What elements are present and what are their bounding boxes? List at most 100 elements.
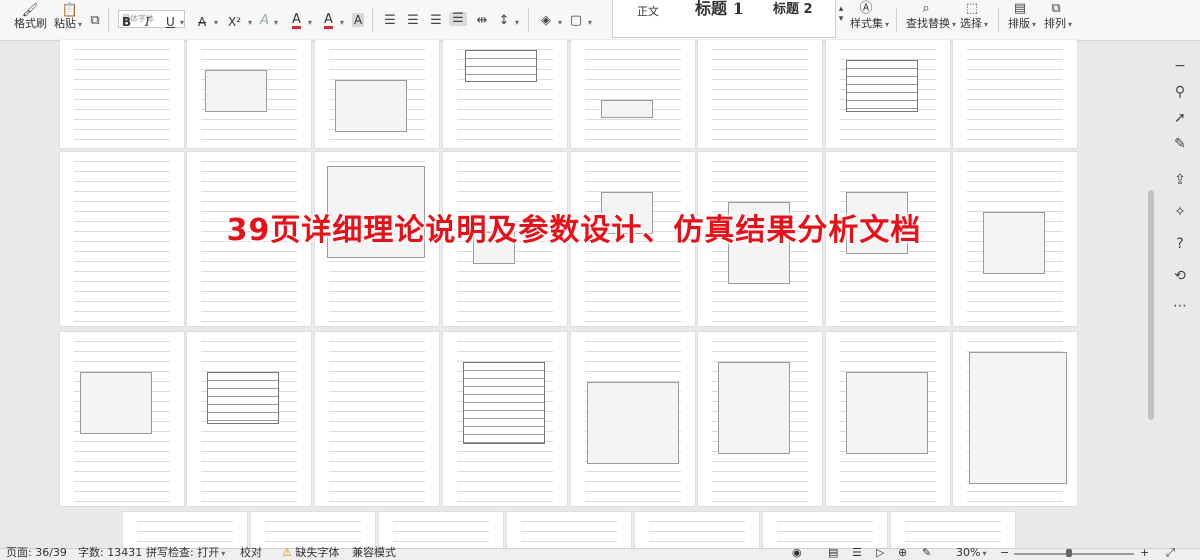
page-thumbnail[interactable]: [953, 40, 1077, 148]
page-thumbnail[interactable]: [635, 512, 759, 552]
select-button[interactable]: 选择 ▾: [960, 17, 988, 32]
italic-button[interactable]: I: [145, 15, 150, 29]
play-icon[interactable]: ▷: [876, 547, 884, 559]
pen-icon[interactable]: ✎: [922, 547, 931, 559]
chevron-down-icon[interactable]: ▾: [588, 18, 592, 27]
shading-icon[interactable]: ◈: [538, 14, 554, 28]
tools-icon[interactable]: ✧: [1170, 202, 1190, 222]
page-thumbnail[interactable]: [507, 512, 631, 552]
page-thumbnail[interactable]: [698, 40, 822, 148]
chevron-down-icon[interactable]: ▾: [180, 18, 184, 27]
filter-icon[interactable]: ⚲: [1170, 82, 1190, 102]
page-thumbnail[interactable]: [443, 40, 567, 148]
share-icon[interactable]: ⟲: [1170, 266, 1190, 286]
zoom-level[interactable]: 30% ▾: [956, 547, 986, 560]
underline-button[interactable]: U: [166, 15, 175, 29]
web-view-icon[interactable]: ⊕: [898, 547, 907, 559]
page-thumbnail[interactable]: [891, 512, 1015, 552]
align-center-icon[interactable]: ☰: [405, 14, 421, 28]
edit-icon[interactable]: ✎: [1170, 134, 1190, 154]
page-figure: [335, 80, 407, 132]
export-icon[interactable]: ⇪: [1170, 170, 1190, 190]
page-view-icon[interactable]: ▤: [828, 547, 838, 559]
page-thumbnail[interactable]: [698, 332, 822, 506]
compat-mode-label: 兼容模式: [352, 546, 396, 559]
bold-button[interactable]: B: [122, 15, 131, 29]
find-replace-button[interactable]: 查找替换 ▾: [906, 17, 956, 32]
distribute-icon[interactable]: ⇹: [474, 14, 490, 28]
strikethrough-button[interactable]: A: [198, 15, 206, 29]
page-thumbnail[interactable]: [826, 332, 950, 506]
page-thumbnail[interactable]: [826, 40, 950, 148]
style-normal[interactable]: 正文: [637, 5, 659, 19]
word-count[interactable]: 字数: 13431: [78, 547, 142, 559]
zoom-in-button[interactable]: +: [1140, 547, 1149, 559]
page-indicator[interactable]: 页面: 36/39: [6, 547, 67, 559]
align-left-icon[interactable]: ☰: [382, 14, 398, 28]
style-set-button[interactable]: 样式集 ▾: [850, 17, 889, 32]
page-figure: [969, 352, 1067, 484]
separator: [998, 8, 999, 32]
chevron-down-icon[interactable]: ▾: [340, 18, 344, 27]
line-spacing-icon[interactable]: ↕: [496, 14, 512, 28]
separator: [528, 8, 529, 32]
layout-icon[interactable]: ▤: [1010, 2, 1030, 16]
format-painter-button[interactable]: 格式刷: [14, 17, 47, 31]
text-effect-button[interactable]: A: [260, 14, 269, 28]
align-right-icon[interactable]: ☰: [428, 14, 444, 28]
zoom-out-button[interactable]: −: [1000, 547, 1009, 559]
more-icon[interactable]: ⋯: [1170, 296, 1190, 316]
chevron-down-icon[interactable]: ▾: [308, 18, 312, 27]
format-painter-icon[interactable]: 🖌: [20, 4, 40, 18]
eye-icon[interactable]: ◉: [792, 547, 802, 559]
cursor-icon[interactable]: ➚: [1170, 108, 1190, 128]
highlight-button[interactable]: A: [292, 13, 301, 29]
find-replace-icon[interactable]: ⌕: [916, 2, 936, 16]
paste-button[interactable]: 粘贴 ▾: [54, 17, 82, 32]
page-thumbnail[interactable]: [187, 40, 311, 148]
page-thumbnail[interactable]: [315, 40, 439, 148]
zoom-slider-handle[interactable]: [1066, 549, 1072, 557]
vertical-scrollbar[interactable]: [1148, 190, 1154, 420]
right-sidebar: − ⚲ ➚ ✎ ⇪ ✧ ? ⟲ ⋯: [1160, 40, 1200, 540]
chevron-down-icon[interactable]: ▾: [214, 18, 218, 27]
page-thumbnail[interactable]: [443, 332, 567, 506]
border-icon[interactable]: ▢: [568, 14, 584, 28]
select-icon[interactable]: ⬚: [962, 2, 982, 16]
arrange-button[interactable]: 排列 ▾: [1044, 17, 1072, 32]
spell-check-toggle[interactable]: 拼写检查: 打开 ▾: [146, 547, 225, 560]
layout-button[interactable]: 排版 ▾: [1008, 17, 1036, 32]
copy-icon[interactable]: ⧉: [88, 14, 102, 28]
page-thumbnail[interactable]: [571, 332, 695, 506]
missing-font-button[interactable]: ⚠ 缺失字体: [282, 547, 339, 559]
justify-icon[interactable]: ☰: [449, 12, 467, 26]
page-thumbnail[interactable]: [187, 332, 311, 506]
chevron-down-icon[interactable]: ▾: [836, 12, 846, 26]
chevron-down-icon[interactable]: ▾: [515, 18, 519, 27]
chevron-down-icon[interactable]: ▾: [274, 18, 278, 27]
chevron-down-icon[interactable]: ▾: [248, 18, 252, 27]
proofread-button[interactable]: 校对: [240, 547, 262, 559]
document-area[interactable]: [0, 40, 1148, 552]
minus-icon[interactable]: −: [1170, 56, 1190, 76]
superscript-button[interactable]: X²: [228, 15, 241, 29]
fit-window-icon[interactable]: ⤢: [1166, 547, 1175, 559]
page-thumbnail[interactable]: [315, 332, 439, 506]
arrange-icon[interactable]: ⧉: [1046, 2, 1066, 16]
page-thumbnail[interactable]: [60, 332, 184, 506]
style-heading-2[interactable]: 标题 2: [773, 3, 813, 17]
style-set-icon[interactable]: Ⓐ: [856, 2, 876, 16]
page-thumbnail[interactable]: [953, 332, 1077, 506]
paste-icon[interactable]: 📋: [60, 4, 80, 18]
outline-view-icon[interactable]: ☰: [852, 547, 862, 559]
zoom-slider[interactable]: [1014, 549, 1134, 557]
char-shading-button[interactable]: A: [352, 13, 365, 27]
page-thumbnail[interactable]: [379, 512, 503, 552]
page-thumbnail[interactable]: [571, 40, 695, 148]
font-color-button[interactable]: A: [324, 13, 333, 29]
page-thumbnail[interactable]: [763, 512, 887, 552]
page-thumbnail[interactable]: [60, 40, 184, 148]
help-icon[interactable]: ?: [1170, 234, 1190, 254]
chevron-down-icon[interactable]: ▾: [558, 18, 562, 27]
style-heading-1[interactable]: 标题 1: [695, 1, 744, 17]
